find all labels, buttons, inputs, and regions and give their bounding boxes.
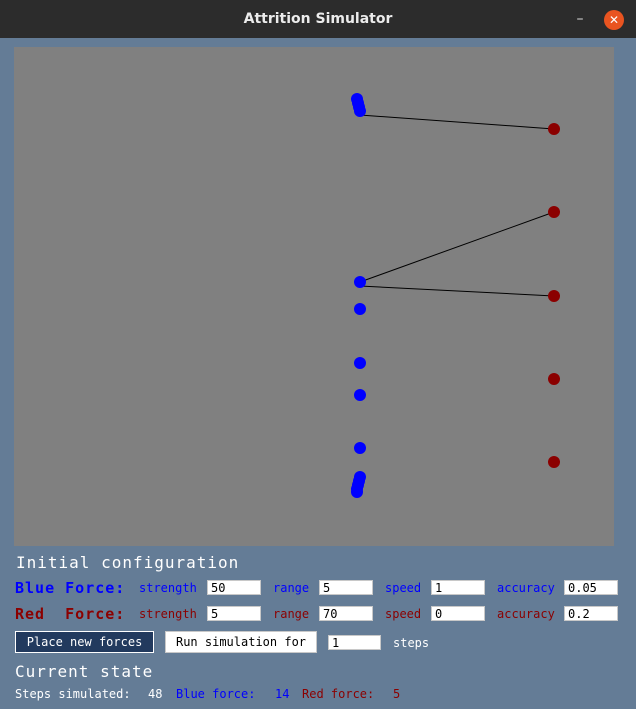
blue-unit [354, 105, 366, 117]
blue-accuracy-label: accuracy [497, 581, 555, 595]
blue-accuracy-input[interactable] [564, 580, 618, 595]
blue-strength-input[interactable] [207, 580, 261, 595]
blue-count-label: Blue force: [176, 687, 256, 701]
blue-unit [354, 442, 366, 454]
red-count-label: Red force: [302, 687, 375, 701]
engagement-line [359, 114, 555, 130]
red-accuracy-input[interactable] [564, 606, 618, 621]
blue-unit [354, 276, 366, 288]
state-heading: Current state [15, 662, 154, 681]
simulation-plot [351, 93, 560, 498]
steps-unit-label: steps [393, 636, 430, 650]
blue-speed-input[interactable] [431, 580, 485, 595]
red-strength-label: strength [139, 607, 197, 621]
engagement-line [359, 211, 555, 283]
blue-unit [351, 486, 363, 498]
blue-unit [354, 357, 366, 369]
red-unit [548, 373, 560, 385]
simulation-canvas [14, 47, 614, 546]
config-heading: Initial configuration [16, 553, 240, 572]
blue-unit [354, 303, 366, 315]
blue-range-label: range [273, 581, 310, 595]
blue-speed-label: speed [385, 581, 422, 595]
steps-input[interactable] [328, 635, 381, 650]
blue-force-label: Blue Force: [15, 579, 126, 597]
blue-unit [354, 389, 366, 401]
steps-simulated-value: 48 [148, 687, 163, 701]
red-unit [548, 123, 560, 135]
red-speed-input[interactable] [431, 606, 485, 621]
blue-strength-label: strength [139, 581, 197, 595]
red-range-label: range [273, 607, 310, 621]
place-forces-button[interactable]: Place new forces [15, 631, 154, 653]
steps-simulated-label: Steps simulated: [15, 687, 131, 701]
run-simulation-button[interactable]: Run simulation for [165, 631, 317, 653]
red-unit [548, 206, 560, 218]
red-count-value: 5 [393, 687, 401, 701]
red-speed-label: speed [385, 607, 422, 621]
engagement-line [359, 285, 555, 297]
red-accuracy-label: accuracy [497, 607, 555, 621]
blue-count-value: 14 [275, 687, 290, 701]
red-force-label: Red Force: [15, 605, 126, 623]
red-unit [548, 456, 560, 468]
close-icon[interactable]: ✕ [604, 10, 624, 30]
red-strength-input[interactable] [207, 606, 261, 621]
red-range-input[interactable] [319, 606, 373, 621]
blue-range-input[interactable] [319, 580, 373, 595]
red-unit [548, 290, 560, 302]
title-bar: Attrition Simulator – ✕ [0, 0, 636, 38]
window-title: Attrition Simulator [243, 11, 393, 27]
minimize-icon[interactable]: – [572, 10, 588, 28]
